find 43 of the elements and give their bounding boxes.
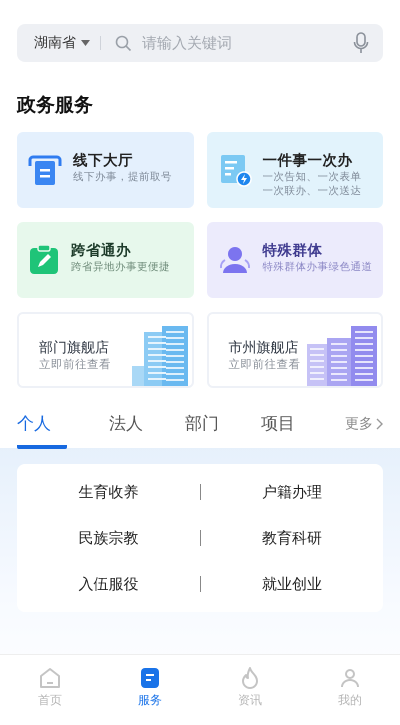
topic-item[interactable]: 民族宗教 — [78, 528, 138, 548]
store-subtitle: 立即前往查看 — [228, 356, 300, 372]
chevron-right-icon — [375, 418, 383, 430]
more-link[interactable]: 更多 — [345, 412, 383, 433]
document-icon — [138, 666, 162, 690]
store-card[interactable]: 部门旗舰店 立即前往查看 — [17, 312, 194, 388]
card-subtitle: 一次告知、一次表单 — [262, 170, 362, 184]
topic-item[interactable]: 教育科研 — [262, 528, 322, 548]
service-card[interactable]: 特殊群体 特殊群体办事绿色通道 — [206, 222, 383, 298]
person-icon — [338, 666, 362, 690]
card-subtitle: 线下办事，提前取号 — [73, 170, 172, 184]
card-subtitle: 跨省异地办事更便捷 — [71, 260, 170, 274]
topic-item[interactable]: 户籍办理 — [262, 482, 322, 502]
category-tab[interactable]: 项目 — [261, 412, 295, 449]
service-card[interactable]: 跨省通办 跨省异地办事更便捷 — [17, 222, 194, 298]
topic-item[interactable]: 生育收养 — [78, 482, 138, 502]
ticket-machine-icon — [27, 154, 63, 186]
card-subtitle: 特殊群体办事绿色通道 — [262, 260, 372, 274]
service-card[interactable]: 线下大厅 线下办事，提前取号 — [17, 132, 194, 208]
service-card[interactable]: 一件事一次办 一次告知、一次表单 一次联办、一次送达 — [206, 132, 383, 208]
card-subtitle: 一次联办、一次送达 — [262, 184, 362, 198]
store-subtitle: 立即前往查看 — [39, 356, 111, 372]
search-icon — [115, 34, 132, 52]
search-field[interactable]: 请输入关键词 — [140, 33, 353, 53]
card-title: 一件事一次办 — [262, 152, 354, 170]
topic-item[interactable]: 入伍服役 — [78, 574, 138, 594]
topic-item[interactable]: 就业创业 — [262, 574, 322, 594]
clipboard-pen-icon — [27, 243, 61, 277]
category-tab[interactable]: 部门 — [185, 412, 219, 449]
dropdown-caret-icon[interactable] — [81, 40, 90, 46]
section-title: 政务服务 — [17, 93, 94, 118]
store-title: 部门旗舰店 — [39, 338, 110, 356]
card-title: 线下大厅 — [73, 152, 134, 170]
category-tab[interactable]: 法人 — [109, 412, 143, 449]
search-bar[interactable]: 湖南省 请输入关键词 — [17, 24, 383, 62]
card-title: 跨省通办 — [71, 242, 132, 260]
region-selector[interactable]: 湖南省 — [34, 34, 76, 52]
home-icon — [38, 666, 62, 690]
microphone-icon[interactable] — [353, 32, 369, 54]
card-title: 特殊群体 — [262, 242, 324, 260]
store-title: 市州旗舰店 — [228, 338, 300, 356]
store-card[interactable]: 市州旗舰店 立即前往查看 — [206, 312, 383, 388]
nav-tab[interactable]: 服务 — [100, 655, 200, 725]
